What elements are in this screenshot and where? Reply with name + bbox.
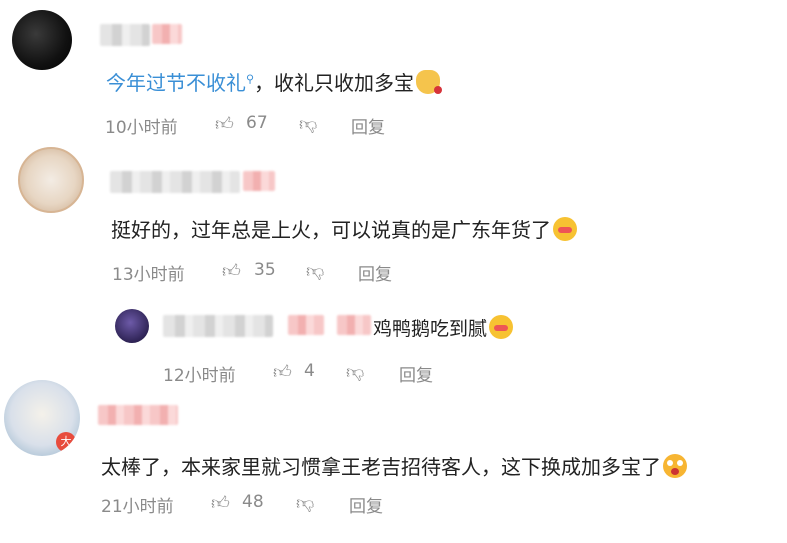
avatar[interactable] xyxy=(115,309,149,343)
username-badge-blurred xyxy=(243,171,275,191)
thumbs-up-icon[interactable]: 👍︎ xyxy=(222,260,241,282)
timestamp: 10小时前 xyxy=(105,118,178,138)
shocked-emoji-icon xyxy=(663,454,687,478)
comment-meta: 10小时前 👍︎ 67 👎︎ 回复 xyxy=(105,113,505,138)
timestamp: 13小时前 xyxy=(112,265,185,285)
like-count: 4 xyxy=(304,361,315,381)
comment-1: 今年过节不收礼⚲，收礼只收加多宝 10小时前 👍︎ 67 👎︎ 回复 xyxy=(0,0,787,145)
thumbs-up-icon[interactable]: 👍︎ xyxy=(215,113,234,135)
thumbs-up-icon[interactable]: 👍︎ xyxy=(273,361,292,383)
comment-text: 挺好的，过年总是上火，可以说真的是广东年货了 xyxy=(111,214,577,243)
thumbs-down-icon[interactable]: 👎︎ xyxy=(306,260,324,282)
cat-emoji-icon xyxy=(416,70,443,94)
reply-button[interactable]: 回复 xyxy=(349,492,383,517)
comment-text-rest: ，收礼只收加多宝 xyxy=(254,71,415,95)
username-badge-blurred xyxy=(337,315,371,335)
comment-meta: 21小时前 👍︎ 48 👎︎ 回复 xyxy=(101,492,501,517)
username-blurred[interactable] xyxy=(98,405,178,425)
reply-button[interactable]: 回复 xyxy=(358,260,392,285)
like-count: 35 xyxy=(254,260,276,280)
comment-text-body: 挺好的，过年总是上火，可以说真的是广东年货了 xyxy=(111,218,551,242)
reply-button[interactable]: 回复 xyxy=(351,113,385,138)
comment-text-body: 太棒了，本来家里就习惯拿王老吉招待客人，这下换成加多宝了 xyxy=(101,455,661,479)
comment-text: 太棒了，本来家里就习惯拿王老吉招待客人，这下换成加多宝了 xyxy=(101,451,687,480)
timestamp: 21小时前 xyxy=(101,497,174,517)
username-blurred[interactable] xyxy=(163,315,273,337)
username-blurred[interactable] xyxy=(110,171,240,193)
search-icon: ⚲ xyxy=(246,72,255,86)
thumbs-down-icon[interactable]: 👎︎ xyxy=(299,113,317,135)
comment-meta: 13小时前 👍︎ 35 👎︎ 回复 xyxy=(112,260,512,285)
level-badge: 大 xyxy=(56,432,76,452)
username-badge-blurred xyxy=(288,315,324,335)
reply-button[interactable]: 回复 xyxy=(399,361,433,386)
thumbs-up-icon[interactable]: 👍︎ xyxy=(211,492,230,514)
like-count: 48 xyxy=(242,492,264,512)
avatar[interactable]: 大 xyxy=(4,380,80,456)
username-blurred[interactable] xyxy=(100,24,150,46)
avatar-art xyxy=(34,20,64,60)
reply-text-body: 鸡鸭鹅吃到腻 xyxy=(373,318,488,340)
username-badge-blurred xyxy=(152,24,182,44)
comment-2: 挺好的，过年总是上火，可以说真的是广东年货了 13小时前 👍︎ 35 👎︎ 回复 xyxy=(0,145,787,295)
comment-text: 今年过节不收礼⚲，收礼只收加多宝 xyxy=(106,67,443,96)
comment-3: 大 太棒了，本来家里就习惯拿王老吉招待客人，这下换成加多宝了 21小时前 👍︎ … xyxy=(0,380,787,543)
reply-text: 鸡鸭鹅吃到腻 xyxy=(373,314,514,341)
thumbs-down-icon[interactable]: 👎︎ xyxy=(296,492,314,514)
avatar[interactable] xyxy=(18,147,84,213)
avatar[interactable] xyxy=(12,10,72,70)
timestamp: 12小时前 xyxy=(163,366,236,386)
crying-emoji-icon xyxy=(553,217,577,241)
like-count: 67 xyxy=(246,113,268,133)
thumbs-down-icon[interactable]: 👎︎ xyxy=(346,361,364,383)
crying-emoji-icon xyxy=(489,315,514,339)
topic-link[interactable]: 今年过节不收礼 xyxy=(106,71,246,95)
comment-meta: 12小时前 👍︎ 4 👎︎ 回复 xyxy=(163,361,563,386)
reply-1: 鸡鸭鹅吃到腻 12小时前 👍︎ 4 👎︎ 回复 xyxy=(0,295,787,386)
